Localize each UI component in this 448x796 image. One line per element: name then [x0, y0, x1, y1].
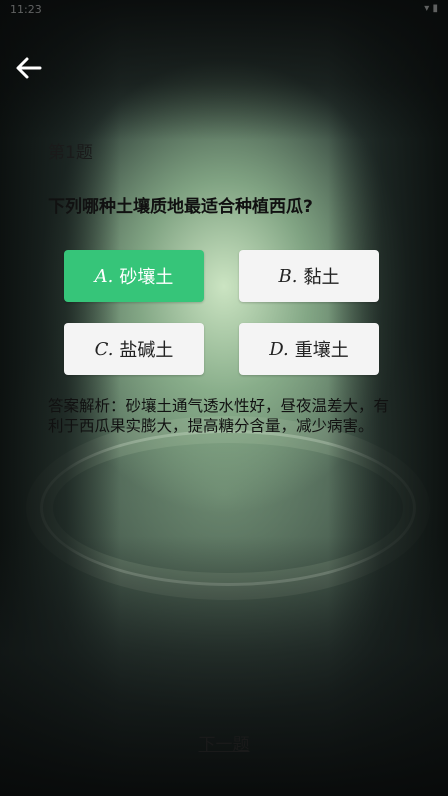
arrow-left-icon: [16, 57, 42, 79]
option-c-button[interactable]: C. 盐碱土: [64, 323, 204, 375]
status-bar: 11:23 ▾ ▮: [0, 0, 448, 22]
status-icons: ▾ ▮: [424, 3, 438, 14]
next-question-link[interactable]: 下一题: [0, 730, 448, 755]
answer-analysis: 答案解析：砂壤土通气透水性好，昼夜温差大，有利于西瓜果实膨大，提高糖分含量，减少…: [48, 397, 390, 435]
back-button[interactable]: [12, 52, 48, 84]
option-b-text: 黏土: [303, 267, 340, 288]
option-b-letter: B.: [278, 265, 298, 287]
question-text: 下列哪种土壤质地最适合种植西瓜?: [48, 197, 313, 217]
bottom-shade: [0, 536, 448, 796]
option-d-letter: D.: [269, 338, 289, 360]
option-c-text: 盐碱土: [119, 340, 174, 361]
option-a-letter: A.: [94, 265, 114, 287]
option-a-text: 砂壤土: [119, 267, 174, 288]
option-c-letter: C.: [94, 338, 114, 360]
question-number: 第1题: [48, 143, 93, 163]
option-d-text: 重壤土: [294, 340, 349, 361]
option-d-button[interactable]: D. 重壤土: [239, 323, 379, 375]
option-b-button[interactable]: B. 黏土: [239, 250, 379, 302]
status-time: 11:23: [10, 3, 42, 16]
option-a-button[interactable]: A. 砂壤土: [64, 250, 204, 302]
